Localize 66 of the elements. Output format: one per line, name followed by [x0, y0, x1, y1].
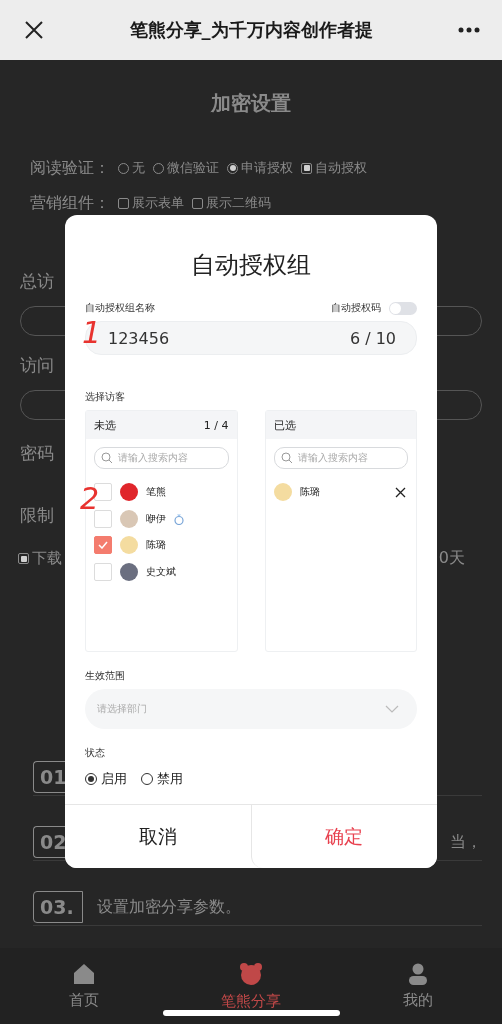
- confirm-button[interactable]: 确定: [250, 805, 437, 868]
- field-label: 密码: [20, 442, 54, 465]
- search-placeholder: 请输入搜索内容: [297, 451, 368, 465]
- input-value: 123456: [108, 328, 170, 348]
- search-icon: [101, 452, 113, 464]
- section-heading: 加密设置: [211, 91, 291, 115]
- user-icon: [408, 962, 429, 985]
- setting-label: 阅读验证：: [30, 157, 110, 179]
- field-label: 访问: [20, 354, 54, 377]
- option-text: 0天: [438, 548, 465, 569]
- field-label: 生效范围: [85, 670, 125, 681]
- field-label: 选择访客: [85, 391, 125, 402]
- checkbox-option[interactable]: 下载: [18, 549, 62, 568]
- panel-title: 已选: [273, 417, 296, 433]
- tab-bar-item[interactable]: 我的: [368, 962, 469, 1010]
- radio-option[interactable]: 无: [118, 159, 145, 177]
- handwritten-note: 1: [82, 318, 102, 348]
- checkbox-option[interactable]: 自动授权: [301, 159, 367, 177]
- visitor-name: 陈璐: [146, 538, 166, 553]
- visitor-name: 咿伊: [146, 511, 166, 526]
- step-badge: 03.: [33, 891, 83, 923]
- step-text: 当，: [450, 831, 482, 853]
- close-icon[interactable]: [24, 20, 44, 40]
- panel-count: 1 / 4: [203, 418, 229, 432]
- step-text: 设置加密分享参数。: [96, 896, 241, 918]
- visitor-name: 陈璐: [299, 485, 320, 500]
- checkbox-option[interactable]: 展示二维码: [192, 194, 271, 212]
- check-icon: [98, 541, 108, 550]
- avatar: [120, 536, 138, 555]
- avatar: [273, 483, 292, 502]
- field-label: 限制: [20, 504, 54, 527]
- search-field[interactable]: 请输入搜索内容: [273, 447, 408, 469]
- more-icon[interactable]: [458, 27, 480, 33]
- page-title: 笔熊分享_为千万内容创作者提: [129, 18, 373, 42]
- select-placeholder: 请选择部门: [97, 702, 147, 716]
- radio-option[interactable]: 禁用: [141, 770, 183, 788]
- close-icon[interactable]: [395, 486, 406, 498]
- checkbox-option[interactable]: 展示表单: [118, 194, 184, 212]
- handwritten-note: 2: [80, 484, 100, 514]
- visitor-name: 史文斌: [146, 564, 176, 579]
- radio-option[interactable]: 启用: [85, 770, 127, 788]
- toggle-label: 自动授权码: [331, 301, 381, 315]
- bear-icon: [239, 961, 263, 986]
- field-label: 自动授权组名称: [85, 301, 155, 315]
- visitor-name: 笔熊: [146, 485, 166, 500]
- field-label: 状态: [85, 747, 105, 758]
- search-placeholder: 请输入搜索内容: [118, 451, 188, 465]
- dialog-title: 自动授权组: [191, 251, 311, 279]
- field-label: 总访: [20, 270, 54, 293]
- char-counter: 6 / 10: [349, 328, 396, 348]
- tab-bar-item[interactable]: 首页: [33, 962, 134, 1010]
- tab-bar-item[interactable]: 笔熊分享: [201, 961, 301, 1011]
- panel-title: 未选: [94, 417, 116, 433]
- avatar: [120, 562, 138, 581]
- avatar: [120, 509, 138, 528]
- setting-label: 营销组件：: [30, 192, 110, 214]
- radio-option[interactable]: 申请授权: [227, 159, 293, 177]
- search-field[interactable]: 请输入搜索内容: [94, 447, 229, 469]
- chevron-down-icon: [385, 705, 399, 713]
- checkbox[interactable]: [94, 536, 112, 555]
- radio-option[interactable]: 微信验证: [153, 159, 219, 177]
- home-icon: [72, 962, 95, 985]
- avatar: [120, 483, 138, 502]
- search-icon: [280, 452, 293, 464]
- ring-icon: [174, 512, 184, 525]
- toggle-switch[interactable]: [389, 301, 417, 315]
